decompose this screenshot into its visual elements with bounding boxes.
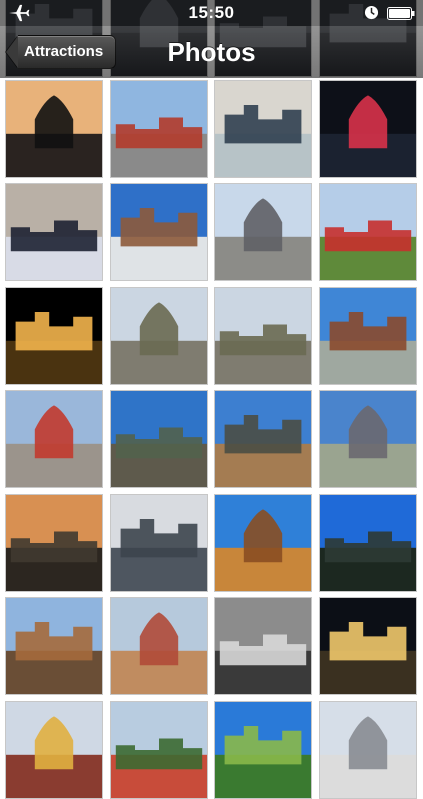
- photo-gefion-fountain-b[interactable]: [214, 390, 312, 488]
- photo-rosenborg-castle-b[interactable]: [214, 287, 312, 385]
- photo-couple-snow-dusk[interactable]: [5, 183, 103, 281]
- photo-skater-ice-rink[interactable]: [214, 80, 312, 178]
- battery-icon: [387, 7, 415, 20]
- photo-town-hall-square[interactable]: [110, 183, 208, 281]
- photo-city-square-street[interactable]: [110, 80, 208, 178]
- photo-dark-blue-sky-trees[interactable]: [319, 494, 417, 592]
- photo-night-lights-building[interactable]: [319, 80, 417, 178]
- photo-nyhavn-houses[interactable]: [5, 701, 103, 799]
- photo-tree-blue-sky[interactable]: [214, 701, 312, 799]
- photo-column-statue[interactable]: [319, 183, 417, 281]
- photo-rosenborg-castle-a[interactable]: [110, 287, 208, 385]
- photo-parliament-spire[interactable]: [319, 287, 417, 385]
- photo-white-building[interactable]: [319, 701, 417, 799]
- photo-gefion-bulls-statue[interactable]: [110, 494, 208, 592]
- photo-sunset-church-trees[interactable]: [5, 494, 103, 592]
- photo-colorful-houses-trees[interactable]: [110, 701, 208, 799]
- photo-horse-carriage-street[interactable]: [5, 390, 103, 488]
- photo-gothic-church[interactable]: [319, 390, 417, 488]
- photo-round-tower-houses[interactable]: [110, 597, 208, 695]
- page-title: Photos: [167, 37, 256, 67]
- photo-plaza-sculpture[interactable]: [214, 183, 312, 281]
- navigation-bar: Attractions Photos: [0, 26, 423, 78]
- photo-church-round-tower[interactable]: [5, 597, 103, 695]
- status-time: 15:50: [188, 3, 235, 22]
- clock-icon: [364, 5, 379, 20]
- photo-cobblestone-night-street[interactable]: [319, 597, 417, 695]
- photo-round-tower-brick[interactable]: [214, 494, 312, 592]
- photo-palace-night-reflection[interactable]: [5, 287, 103, 385]
- photo-stone-bust-bw[interactable]: [214, 597, 312, 695]
- status-bar: 15:50: [0, 0, 423, 26]
- photo-gefion-fountain-a[interactable]: [110, 390, 208, 488]
- photo-little-mermaid-statue[interactable]: [5, 80, 103, 178]
